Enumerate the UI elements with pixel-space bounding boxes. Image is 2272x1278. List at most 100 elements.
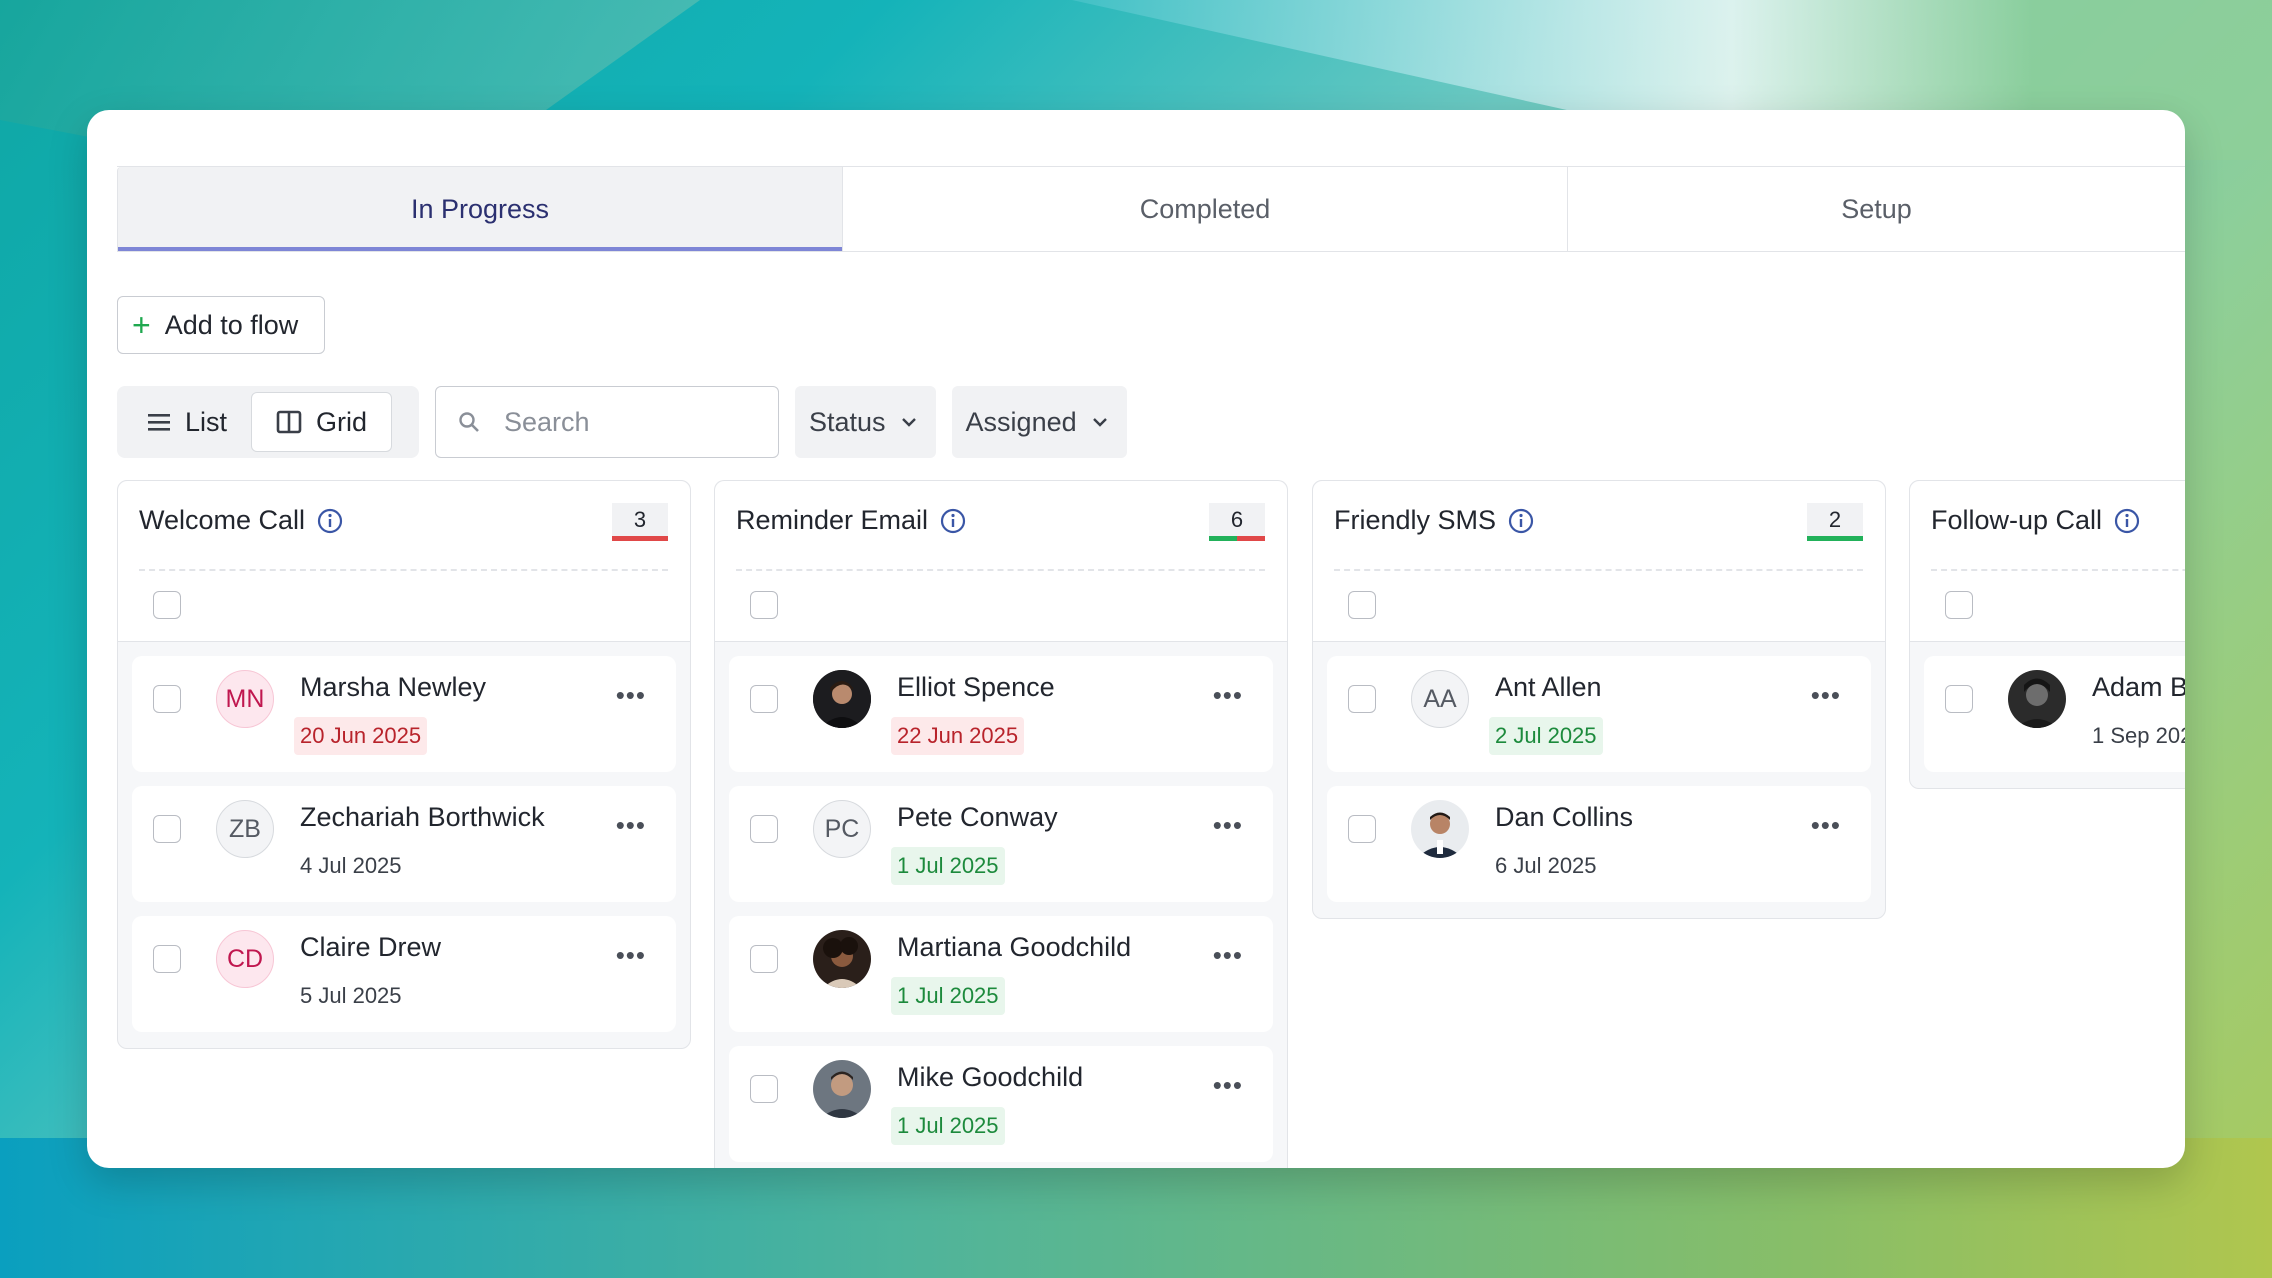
status-dropdown[interactable]: Status xyxy=(795,386,936,458)
column-title: Reminder Email xyxy=(736,505,966,536)
chevron-down-icon xyxy=(901,418,916,427)
avatar-photo xyxy=(813,670,871,728)
list-view-label: List xyxy=(185,406,228,437)
card-checkbox[interactable] xyxy=(750,1075,778,1103)
more-options-icon[interactable]: ••• xyxy=(1811,680,1841,711)
avatar-photo xyxy=(813,1060,871,1118)
more-options-icon[interactable]: ••• xyxy=(1213,940,1243,971)
select-all-checkbox[interactable] xyxy=(1348,591,1376,619)
card-checkbox[interactable] xyxy=(750,685,778,713)
card-checkbox[interactable] xyxy=(153,815,181,843)
avatar-photo xyxy=(2008,670,2066,728)
view-toggle: List Grid xyxy=(117,386,419,458)
due-date-badge: 22 Jun 2025 xyxy=(891,717,1025,755)
card-checkbox[interactable] xyxy=(750,945,778,973)
card-checkbox[interactable] xyxy=(1348,815,1376,843)
contact-name: Adam Ba xyxy=(2092,672,2185,702)
avatar: MN xyxy=(216,670,274,728)
info-icon[interactable] xyxy=(317,508,343,534)
add-to-flow-button[interactable]: + Add to flow xyxy=(117,296,325,354)
count-badge: 6 xyxy=(1209,503,1265,541)
column-title-text: Friendly SMS xyxy=(1334,505,1497,535)
app-window: In Progress Completed Setup + Add to flo… xyxy=(87,110,2185,1168)
contact-name: Ant Allen xyxy=(1495,672,1602,702)
divider xyxy=(736,569,1265,571)
contact-card[interactable]: Elliot Spence 22 Jun 2025 ••• xyxy=(729,656,1273,772)
contact-card[interactable]: AA Ant Allen 2 Jul 2025 ••• xyxy=(1327,656,1871,772)
search-input[interactable] xyxy=(502,405,766,439)
column-title: Follow-up Call xyxy=(1931,505,2140,536)
column-title-text: Reminder Email xyxy=(736,505,929,535)
column-header: Follow-up Call xyxy=(1910,481,2185,642)
card-list: MN Marsha Newley 20 Jun 2025 ••• ZB Zech… xyxy=(118,642,690,1048)
due-date-badge: 2 Jul 2025 xyxy=(1489,717,1603,755)
more-options-icon[interactable]: ••• xyxy=(616,940,646,971)
column-title-text: Follow-up Call xyxy=(1931,505,2103,535)
info-icon[interactable] xyxy=(2114,508,2140,534)
due-date-badge: 1 Jul 2025 xyxy=(891,977,1005,1015)
column-header: Welcome Call 3 xyxy=(118,481,690,642)
contact-card[interactable]: Martiana Goodchild 1 Jul 2025 ••• xyxy=(729,916,1273,1032)
due-date: 5 Jul 2025 xyxy=(300,983,402,1008)
card-list: AA Ant Allen 2 Jul 2025 ••• Dan Collins … xyxy=(1313,642,1885,918)
tab-bar: In Progress Completed Setup xyxy=(117,166,2185,252)
divider xyxy=(1931,569,2185,571)
card-checkbox[interactable] xyxy=(750,815,778,843)
avatar: PC xyxy=(813,800,871,858)
more-options-icon[interactable]: ••• xyxy=(616,680,646,711)
card-list: Adam Ba 1 Sep 202 xyxy=(1910,642,2185,788)
contact-card[interactable]: ZB Zechariah Borthwick 4 Jul 2025 ••• xyxy=(132,786,676,902)
due-date: 1 Sep 202 xyxy=(2092,723,2185,748)
card-checkbox[interactable] xyxy=(153,685,181,713)
column-reminder-email: Reminder Email 6 Elliot Spence 22 Jun 20… xyxy=(714,480,1288,1168)
avatar-photo xyxy=(813,930,871,988)
select-all-checkbox[interactable] xyxy=(153,591,181,619)
avatar: CD xyxy=(216,930,274,988)
column-title-text: Welcome Call xyxy=(139,505,306,535)
card-checkbox[interactable] xyxy=(1348,685,1376,713)
info-icon[interactable] xyxy=(940,508,966,534)
contact-name: Dan Collins xyxy=(1495,802,1634,832)
divider xyxy=(1334,569,1863,571)
due-date-badge: 1 Jul 2025 xyxy=(891,847,1005,885)
avatar: AA xyxy=(1411,670,1469,728)
contact-card[interactable]: CD Claire Drew 5 Jul 2025 ••• xyxy=(132,916,676,1032)
tab-in-progress[interactable]: In Progress xyxy=(117,167,842,251)
contact-card[interactable]: Adam Ba 1 Sep 202 xyxy=(1924,656,2185,772)
contact-card[interactable]: PC Pete Conway 1 Jul 2025 ••• xyxy=(729,786,1273,902)
contact-name: Pete Conway xyxy=(897,802,1058,832)
contact-card[interactable]: MN Marsha Newley 20 Jun 2025 ••• xyxy=(132,656,676,772)
columns-icon xyxy=(276,410,302,434)
info-icon[interactable] xyxy=(1508,508,1534,534)
column-welcome-call: Welcome Call 3 MN Marsha Newley 20 Jun 2… xyxy=(117,480,691,1049)
plus-icon: + xyxy=(132,307,151,343)
assigned-dropdown[interactable]: Assigned xyxy=(951,386,1127,458)
contact-name: Claire Drew xyxy=(300,932,442,962)
card-list: Elliot Spence 22 Jun 2025 ••• PC Pete Co… xyxy=(715,642,1287,1168)
contact-name: Zechariah Borthwick xyxy=(300,802,545,832)
tab-completed[interactable]: Completed xyxy=(842,167,1567,251)
more-options-icon[interactable]: ••• xyxy=(1213,680,1243,711)
column-follow-up-call: Follow-up Call Adam Ba 1 Sep 202 xyxy=(1909,480,2185,789)
chevron-down-icon xyxy=(1092,418,1107,427)
grid-view-button[interactable]: Grid xyxy=(251,392,393,452)
column-header: Friendly SMS 2 xyxy=(1313,481,1885,642)
contact-name: Marsha Newley xyxy=(300,672,487,702)
more-options-icon[interactable]: ••• xyxy=(616,810,646,841)
more-options-icon[interactable]: ••• xyxy=(1213,1070,1243,1101)
contact-card[interactable]: Mike Goodchild 1 Jul 2025 ••• xyxy=(729,1046,1273,1162)
toolbar: List Grid Status Assigned xyxy=(117,385,1127,459)
card-checkbox[interactable] xyxy=(153,945,181,973)
more-options-icon[interactable]: ••• xyxy=(1213,810,1243,841)
tab-setup[interactable]: Setup xyxy=(1567,167,2185,251)
contact-card[interactable]: Dan Collins 6 Jul 2025 ••• xyxy=(1327,786,1871,902)
divider xyxy=(139,569,668,571)
select-all-checkbox[interactable] xyxy=(750,591,778,619)
card-checkbox[interactable] xyxy=(1945,685,1973,713)
list-view-button[interactable]: List xyxy=(123,392,251,452)
due-date-badge: 20 Jun 2025 xyxy=(294,717,428,755)
contact-name: Elliot Spence xyxy=(897,672,1055,702)
select-all-checkbox[interactable] xyxy=(1945,591,1973,619)
list-icon xyxy=(148,414,170,431)
more-options-icon[interactable]: ••• xyxy=(1811,810,1841,841)
